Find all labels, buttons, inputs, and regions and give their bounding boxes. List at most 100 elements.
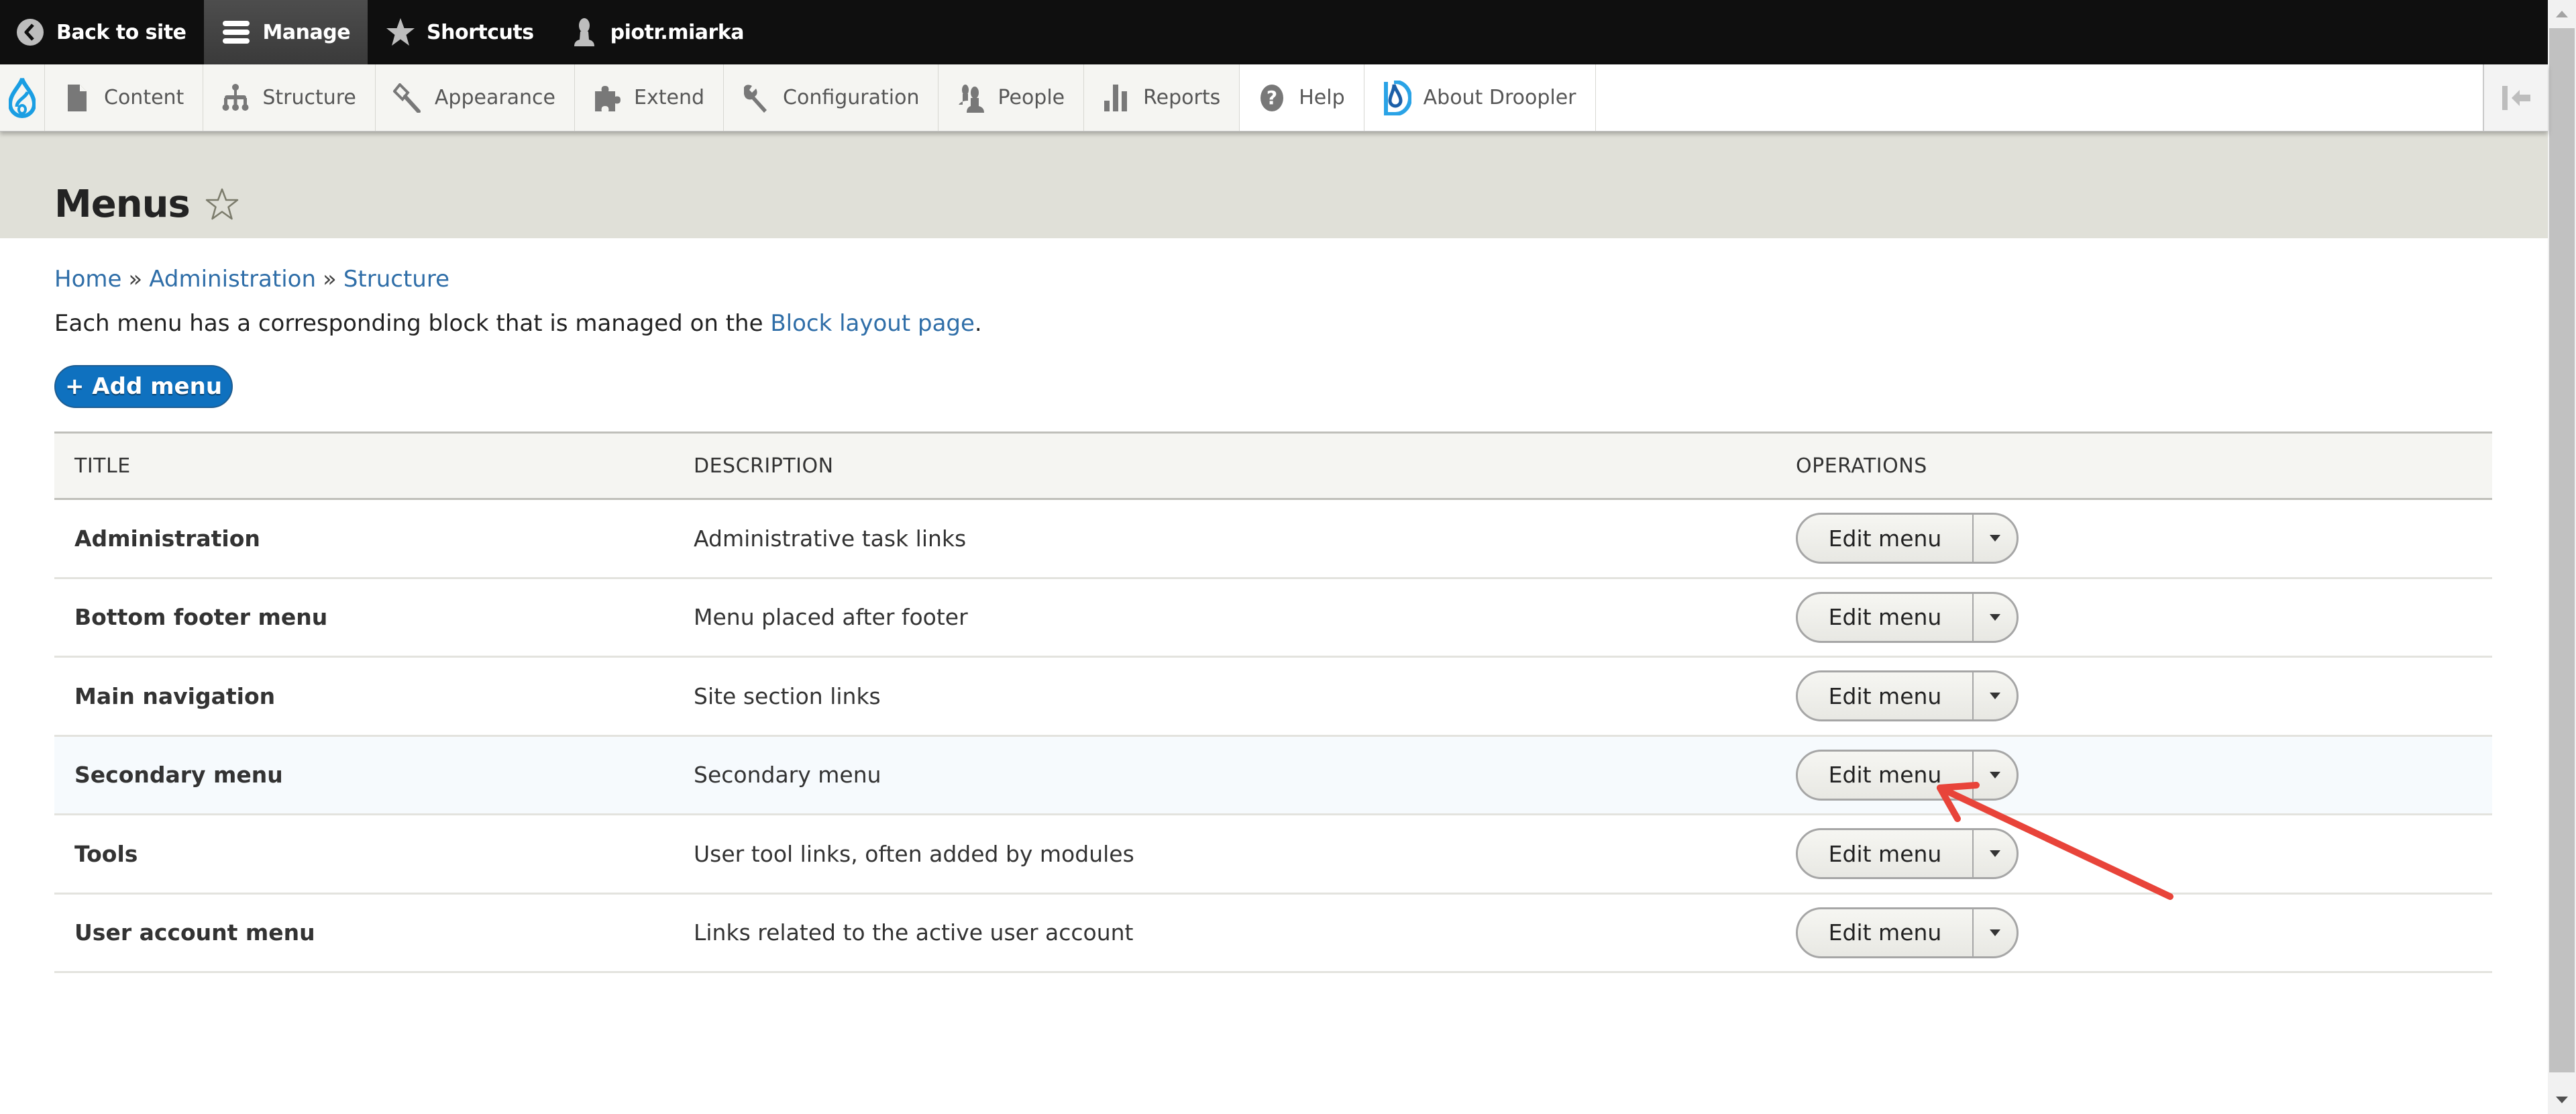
help-text: Each menu has a corresponding block that… bbox=[54, 310, 982, 337]
admin-tray: Content Structure Appearance Extend Conf… bbox=[0, 64, 2548, 132]
menu-description: Administrative task links bbox=[694, 525, 967, 552]
tray-item-label: Help bbox=[1299, 86, 1345, 109]
dropbutton: Edit menu bbox=[1796, 591, 2019, 643]
tray-spacer bbox=[1595, 64, 2483, 131]
table-row: Main navigation Site section links Edit me… bbox=[54, 658, 2492, 737]
dropbutton-toggle[interactable] bbox=[1974, 672, 2017, 719]
menu-title: Main navigation bbox=[74, 682, 276, 709]
tray-item-label: Structure bbox=[262, 86, 356, 109]
tray-item-content[interactable]: Content bbox=[45, 64, 204, 131]
menu-title: User account menu bbox=[74, 919, 315, 946]
table-row: Bottom footer menu Menu placed after foot… bbox=[54, 578, 2492, 658]
shortcuts-label: Shortcuts bbox=[427, 20, 534, 44]
tray-item-configuration[interactable]: Configuration bbox=[724, 64, 939, 131]
page-title-text: Menus bbox=[54, 183, 191, 226]
dropbutton: Edit menu bbox=[1796, 907, 2019, 958]
edit-menu-button[interactable]: Edit menu bbox=[1798, 751, 1974, 799]
dropbutton-toggle[interactable] bbox=[1974, 515, 2017, 562]
collapse-left-icon bbox=[2502, 85, 2530, 110]
menu-title: Tools bbox=[74, 840, 138, 867]
edit-menu-button[interactable]: Edit menu bbox=[1798, 672, 1974, 720]
column-header-title[interactable]: TITLE bbox=[74, 454, 131, 478]
tray-item-label: Reports bbox=[1143, 86, 1221, 109]
table-row: Secondary menu Secondary menu Edit menu bbox=[54, 736, 2492, 815]
dropbutton: Edit menu bbox=[1796, 670, 2019, 722]
user-label: piotr.miarka bbox=[610, 20, 745, 44]
back-to-site-label: Back to site bbox=[56, 20, 186, 44]
caret-down-icon bbox=[1990, 850, 2000, 858]
scroll-up-arrow-icon bbox=[2556, 11, 2568, 17]
column-header-description: DESCRIPTION bbox=[694, 454, 834, 478]
breadcrumb-home[interactable]: Home bbox=[54, 266, 121, 293]
tray-item-reports[interactable]: Reports bbox=[1084, 64, 1240, 131]
edit-menu-button[interactable]: Edit menu bbox=[1798, 830, 1974, 878]
help-text-before: Each menu has a corresponding block that… bbox=[54, 310, 771, 337]
tray-item-label: Configuration bbox=[783, 86, 920, 109]
menu-description: Links related to the active user account bbox=[694, 919, 1134, 946]
table-row: Tools User tool links, often added by mod… bbox=[54, 815, 2492, 895]
scrollbar-thumb[interactable] bbox=[2549, 28, 2575, 1072]
dropbutton-toggle[interactable] bbox=[1974, 594, 2017, 641]
operations-dropbutton: Edit menu bbox=[1796, 513, 2019, 564]
manage-label: Manage bbox=[262, 20, 351, 44]
caret-down-icon bbox=[1990, 693, 2000, 700]
breadcrumb-administration[interactable]: Administration bbox=[149, 266, 316, 293]
sitemap-icon bbox=[221, 83, 250, 113]
dropbutton: Edit menu bbox=[1796, 513, 2019, 564]
table-row: Administration Administrative task links E… bbox=[54, 500, 2492, 579]
caret-down-icon bbox=[1990, 771, 2000, 778]
user-tab[interactable]: piotr.miarka bbox=[551, 0, 761, 64]
operations-dropbutton: Edit menu bbox=[1796, 828, 2019, 880]
edit-menu-button[interactable]: Edit menu bbox=[1798, 593, 1974, 641]
tray-item-label: People bbox=[998, 86, 1065, 109]
add-menu-button[interactable]: + Add menu bbox=[54, 365, 233, 408]
caret-down-icon bbox=[1990, 929, 2000, 936]
column-header-operations: OPERATIONS bbox=[1796, 454, 1927, 478]
bar-chart-icon bbox=[1102, 83, 1131, 113]
back-to-site-link[interactable]: Back to site bbox=[0, 0, 204, 64]
dropbutton-toggle[interactable] bbox=[1974, 752, 2017, 799]
svg-text:?: ? bbox=[1267, 87, 1277, 109]
tray-item-help[interactable]: ? Help bbox=[1240, 64, 1364, 131]
help-icon: ? bbox=[1257, 83, 1287, 113]
manage-tab[interactable]: Manage bbox=[203, 0, 368, 64]
operations-dropbutton: Edit menu bbox=[1796, 907, 2019, 958]
shortcuts-tab[interactable]: Shortcuts bbox=[368, 0, 551, 64]
breadcrumb-structure[interactable]: Structure bbox=[343, 266, 449, 293]
tray-item-extend[interactable]: Extend bbox=[575, 64, 724, 131]
tray-item-label: Content bbox=[104, 86, 184, 109]
vertical-scrollbar[interactable] bbox=[2548, 0, 2576, 1114]
menu-title: Bottom footer menu bbox=[74, 604, 328, 631]
menu-description: Menu placed after footer bbox=[694, 604, 968, 631]
star-icon bbox=[385, 17, 416, 48]
tray-item-people[interactable]: People bbox=[938, 64, 1085, 131]
tray-item-label: About Droopler bbox=[1423, 86, 1576, 109]
tray-item-label: Extend bbox=[634, 86, 705, 109]
tray-item-appearance[interactable]: Appearance bbox=[375, 64, 576, 131]
user-icon bbox=[569, 17, 600, 48]
tray-item-structure[interactable]: Structure bbox=[203, 64, 376, 131]
tray-item-about-droopler[interactable]: About Droopler bbox=[1364, 64, 1596, 131]
dropbutton: Edit menu bbox=[1796, 749, 2019, 801]
scroll-down-button[interactable] bbox=[2548, 1086, 2576, 1114]
drupal-logo[interactable] bbox=[0, 64, 45, 131]
page-header: Menus bbox=[0, 132, 2548, 238]
hamburger-icon bbox=[221, 17, 252, 48]
edit-menu-button[interactable]: Edit menu bbox=[1798, 909, 1974, 956]
puzzle-icon bbox=[592, 83, 622, 113]
drupal-drop-icon bbox=[9, 77, 36, 118]
operations-dropbutton: Edit menu bbox=[1796, 749, 2019, 801]
page-title: Menus bbox=[54, 183, 239, 226]
people-icon bbox=[956, 83, 985, 113]
file-icon bbox=[62, 83, 92, 113]
scroll-up-button[interactable] bbox=[2548, 0, 2576, 28]
dropbutton-toggle[interactable] bbox=[1974, 830, 2017, 877]
table-row: User account menu Links related to the ac… bbox=[54, 894, 2492, 973]
block-layout-link[interactable]: Block layout page bbox=[770, 310, 975, 337]
collapse-tray-button[interactable] bbox=[2483, 64, 2548, 131]
dropbutton-toggle[interactable] bbox=[1974, 909, 2017, 956]
help-text-after: . bbox=[974, 310, 982, 337]
add-shortcut-star-icon[interactable] bbox=[205, 187, 239, 222]
scroll-down-arrow-icon bbox=[2556, 1097, 2568, 1103]
edit-menu-button[interactable]: Edit menu bbox=[1798, 515, 1974, 562]
